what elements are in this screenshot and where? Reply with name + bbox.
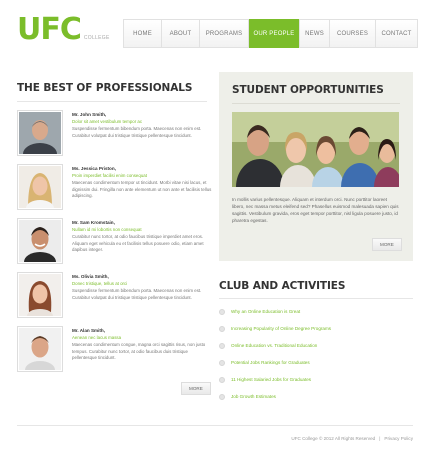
professionals-more-button[interactable]: MORE: [181, 382, 211, 395]
bullet-icon: [219, 325, 225, 332]
avatar: [17, 218, 63, 264]
avatar: [17, 110, 63, 156]
list-item: Potential Jobs Rankings for Graduates: [219, 354, 413, 371]
list-item: 11 Highest Salaried Jobs for Graduates: [219, 371, 413, 388]
club-link[interactable]: Job Growth Estimates: [231, 394, 276, 399]
nav-contact[interactable]: CONTACT: [376, 20, 417, 47]
person-description: Suspendisse fermentum bibendum porta. Ma…: [72, 288, 202, 300]
logo-mark: UFC: [17, 12, 82, 47]
nav-home[interactable]: HOME: [124, 20, 162, 47]
person-role: Dolor sit amet vestibulum tempor ac: [72, 119, 143, 124]
title-divider: [17, 101, 207, 102]
club-link[interactable]: Online Education vs. Traditional Educati…: [231, 343, 317, 348]
list-item: Job Growth Estimates: [219, 388, 413, 405]
person-role: Nullam id mi lobortis non consequat: [72, 227, 142, 232]
student-more-button[interactable]: MORE: [372, 238, 402, 251]
person-name[interactable]: Mr. Sam Kromstain,: [72, 219, 212, 226]
professional-item: Ms. Olivia Smith, Donec tristique, tellu…: [17, 272, 207, 322]
list-item: Why an Online Education is Great: [219, 303, 413, 320]
person-name[interactable]: Ms. Jessica Priston,: [72, 165, 212, 172]
club-link[interactable]: Increasing Popularity of Online Degree P…: [231, 326, 331, 331]
person-name[interactable]: Mr. John Smith,: [72, 111, 212, 118]
professional-item: Mr. Alan Smith, Aenean nec lacus massa M…: [17, 326, 207, 376]
avatar: [17, 326, 63, 372]
avatar: [17, 272, 63, 318]
person-description: Maecenas condimentum congue, magna orci …: [72, 342, 206, 361]
nav-our-people[interactable]: OUR PEOPLE: [249, 19, 300, 48]
students-photo: [232, 112, 399, 187]
bullet-icon: [219, 308, 225, 315]
nav-about[interactable]: ABOUT: [162, 20, 200, 47]
footer: UFC College © 2012 All Rights Reserved |…: [291, 436, 413, 441]
logo[interactable]: UFC college: [17, 15, 110, 45]
professional-item: Ms. Jessica Priston, Proin imperdiet fac…: [17, 164, 211, 214]
professional-item: Mr. Sam Kromstain, Nullam id mi lobortis…: [17, 218, 207, 268]
bullet-icon: [219, 393, 225, 400]
nav-programs[interactable]: PROGRAMS: [200, 20, 249, 47]
person-role: Aenean nec lacus massa: [72, 335, 122, 340]
student-title: STUDENT OPPORTUNITIES: [232, 84, 384, 96]
copyright-text: UFC College © 2012 All Rights Reserved: [291, 436, 376, 441]
club-link[interactable]: 11 Highest Salaried Jobs for Graduates: [231, 377, 311, 382]
privacy-policy-link[interactable]: Privacy Policy: [384, 436, 413, 441]
footer-separator: |: [379, 436, 381, 441]
person-name[interactable]: Ms. Olivia Smith,: [72, 273, 212, 280]
list-item: Online Education vs. Traditional Educati…: [219, 337, 413, 354]
nav-news[interactable]: NEWS: [300, 20, 330, 47]
logo-subtitle: college: [83, 35, 110, 41]
bullet-icon: [219, 342, 225, 349]
footer-divider: [17, 425, 413, 426]
title-divider: [232, 103, 400, 104]
bullet-icon: [219, 376, 225, 383]
person-role: Donec tristique, tellus at orci: [72, 281, 128, 286]
nav-courses[interactable]: COURSES: [330, 20, 376, 47]
student-opportunities-box: STUDENT OPPORTUNITIES In mollis varius p…: [219, 72, 413, 261]
club-link[interactable]: Potential Jobs Rankings for Graduates: [231, 360, 310, 365]
person-description: Suspendisse fermentum bibendum porta. Ma…: [72, 126, 202, 138]
club-link[interactable]: Why an Online Education is Great: [231, 309, 300, 314]
title-divider: [219, 298, 413, 299]
person-description: Maecenas condimentum tempor ut tincidunt…: [72, 180, 212, 199]
bullet-icon: [219, 359, 225, 366]
person-description: Curabitur nunc tortor, at odio faucibus …: [72, 234, 204, 253]
club-list: Why an Online Education is Great Increas…: [219, 303, 413, 405]
student-description: In mollis varius pellentesque. Aliquam e…: [232, 197, 399, 223]
main-nav: HOME ABOUT PROGRAMS OUR PEOPLE NEWS COUR…: [123, 19, 418, 48]
club-title: CLUB AND ACTIVITIES: [219, 280, 346, 292]
avatar: [17, 164, 63, 210]
person-role: Proin imperdiet facilisi enim consequat: [72, 173, 147, 178]
list-item: Increasing Popularity of Online Degree P…: [219, 320, 413, 337]
person-name[interactable]: Mr. Alan Smith,: [72, 327, 212, 334]
professional-item: Mr. John Smith, Dolor sit amet vestibulu…: [17, 110, 207, 160]
professionals-title: THE BEST OF PROFESSIONALS: [17, 82, 193, 94]
